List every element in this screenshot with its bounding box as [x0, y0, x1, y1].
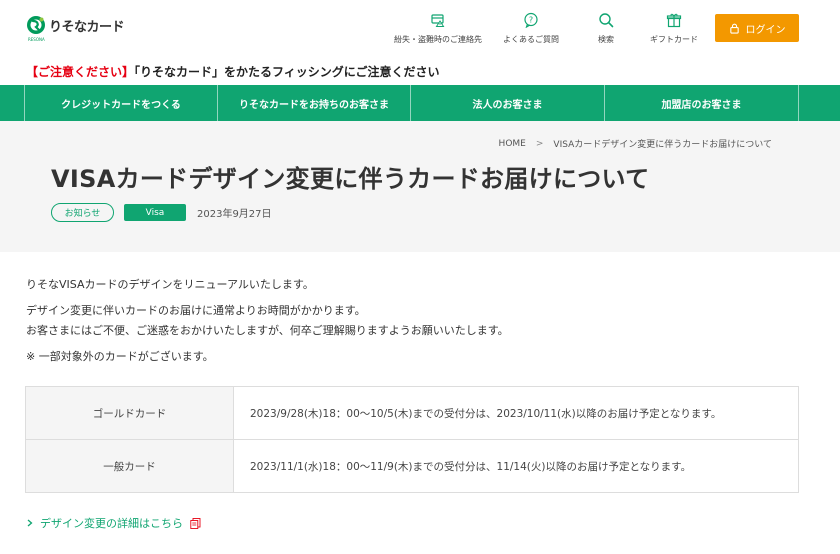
gnav-item-cardholders[interactable]: りそなカードをお持ちのお客さま	[218, 85, 411, 121]
lost-card-contact-label: 紛失・盗難時のご連絡先	[394, 35, 482, 44]
alert-prefix: 【ご注意ください】	[26, 65, 135, 79]
card-type-cell: ゴールドカード	[25, 386, 234, 440]
breadcrumb-separator: >	[535, 138, 544, 149]
brand-tag[interactable]: Visa	[124, 204, 186, 221]
breadcrumb: HOME > VISAカードデザイン変更に伴うカードお届けについて	[499, 137, 772, 151]
resona-card-logo[interactable]: りそなカード RESONA	[26, 15, 125, 42]
lock-icon	[729, 23, 739, 34]
table-row: 一般カード 2023/11/1(水)18：00～11/9(木)までの受付分は、1…	[25, 439, 799, 493]
svg-text:?: ?	[529, 16, 533, 25]
lost-card-icon	[431, 14, 445, 27]
breadcrumb-current: VISAカードデザイン変更に伴うカードお届けについて	[553, 140, 772, 150]
lost-card-contact-link[interactable]: 紛失・盗難時のご連絡先	[394, 12, 482, 45]
resona-logo-icon	[26, 15, 46, 35]
card-type-cell: 一般カード	[25, 439, 234, 493]
paragraph-note: ※ 一部対象外のカードがございます。	[26, 350, 214, 363]
faq-label: よくあるご質問	[503, 35, 559, 44]
schedule-cell: 2023/9/28(木)18：00～10/5(木)までの受付分は、2023/10…	[233, 386, 799, 440]
delivery-schedule-table: ゴールドカード 2023/9/28(木)18：00～10/5(木)までの受付分は…	[25, 386, 799, 493]
site-header: りそなカード RESONA 紛失・盗難時のご連絡先 ? よくあるご質問 検索 ギ…	[0, 0, 840, 58]
faq-bubble-icon: ?	[524, 12, 538, 28]
login-button[interactable]: ログイン	[715, 14, 799, 42]
logo-subtext: RESONA	[28, 37, 45, 42]
search-icon	[599, 13, 614, 28]
gnav-edge	[0, 85, 25, 121]
faq-link[interactable]: ? よくあるご質問	[503, 12, 559, 45]
phishing-alert[interactable]: 【ご注意ください】「りそなカード」をかたるフィッシングにご注意ください	[26, 63, 440, 80]
design-detail-link[interactable]: デザイン変更の詳細はこちら	[26, 515, 201, 531]
design-detail-label: デザイン変更の詳細はこちら	[40, 517, 183, 530]
alert-message: 「りそなカード」をかたるフィッシングにご注意ください	[134, 65, 440, 79]
gift-card-link[interactable]: ギフトカード	[650, 12, 698, 45]
schedule-cell: 2023/11/1(水)18：00～11/9(木)までの受付分は、11/14(火…	[233, 439, 799, 493]
logo-text: りそなカード	[49, 19, 125, 35]
paragraph-apology: お客さまにはご不便、ご迷惑をおかけいたしますが、何卒ご理解賜りますようお願いいた…	[26, 324, 509, 337]
page-title: VISAカードデザイン変更に伴うカードお届けについて	[51, 165, 650, 193]
article-meta: お知らせ Visa 2023年9月27日	[51, 203, 272, 222]
article-header: HOME > VISAカードデザイン変更に伴うカードお届けについて VISAカー…	[0, 121, 840, 252]
search-label: 検索	[598, 35, 614, 44]
chevron-right-icon	[27, 519, 33, 527]
paragraph-renewal: りそなVISAカードのデザインをリニューアルいたします。	[26, 278, 314, 291]
pdf-icon	[190, 517, 201, 529]
gnav-item-merchants[interactable]: 加盟店のお客さま	[605, 85, 799, 121]
gift-icon	[666, 13, 682, 28]
category-tag[interactable]: お知らせ	[51, 203, 114, 222]
table-row: ゴールドカード 2023/9/28(木)18：00～10/5(木)までの受付分は…	[25, 386, 799, 440]
publish-date: 2023年9月27日	[197, 209, 272, 220]
gift-card-label: ギフトカード	[650, 35, 698, 44]
breadcrumb-home[interactable]: HOME	[499, 139, 526, 149]
gnav-item-corporate[interactable]: 法人のお客さま	[411, 85, 605, 121]
paragraph-delay: デザイン変更に伴いカードのお届けに通常よりお時間がかかります。	[26, 304, 366, 317]
gnav-item-apply[interactable]: クレジットカードをつくる	[25, 85, 218, 121]
login-label: ログイン	[745, 24, 786, 36]
global-nav: クレジットカードをつくる りそなカードをお持ちのお客さま 法人のお客さま 加盟店…	[0, 85, 840, 121]
search-link[interactable]: 検索	[598, 12, 614, 45]
